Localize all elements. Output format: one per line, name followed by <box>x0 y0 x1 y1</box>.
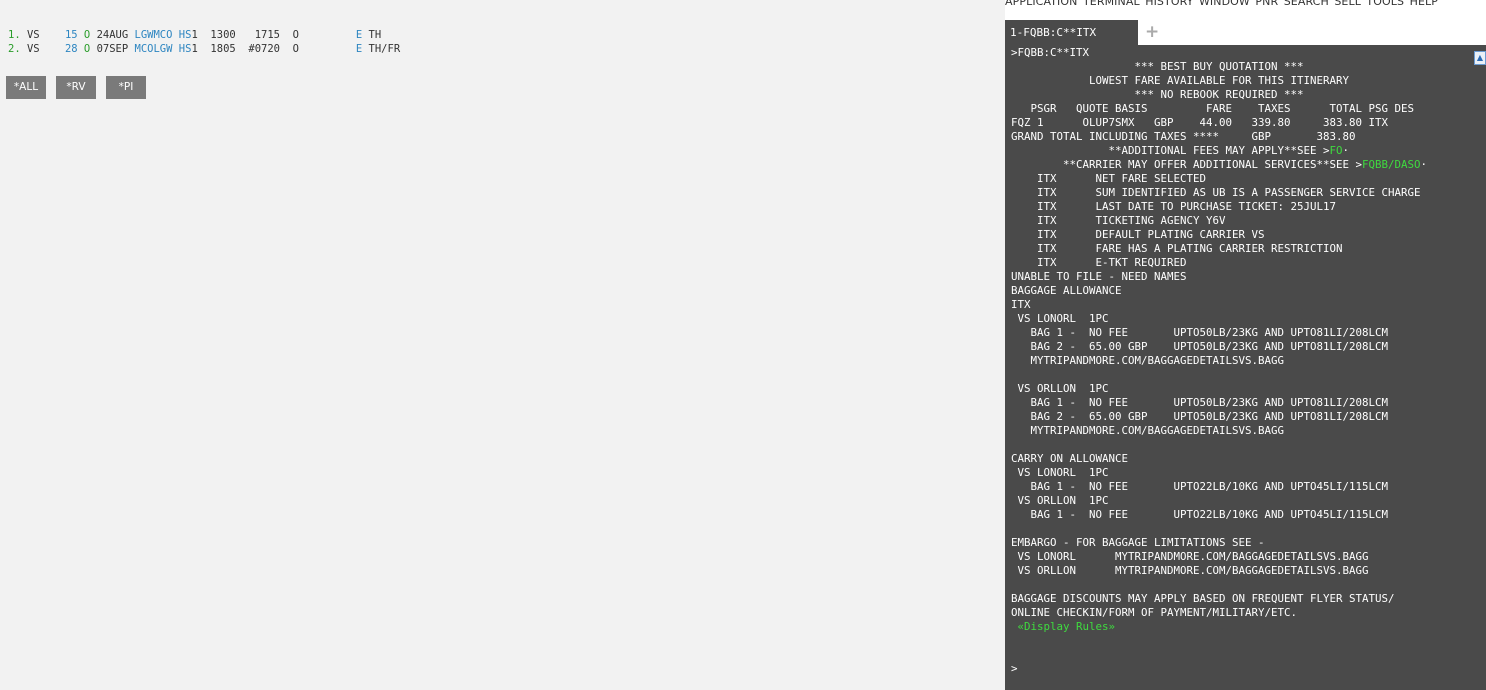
terminal-line: *** NO REBOOK REQUIRED *** <box>1011 88 1304 101</box>
menu-help[interactable]: HELP <box>1410 0 1438 8</box>
terminal-line: BAGGAGE ALLOWANCE <box>1011 284 1122 297</box>
terminal-pane: APPLICATION TERMINAL HISTORY WINDOW PNR SEARC… <box>1005 0 1486 690</box>
seg-num: 1. <box>8 29 21 41</box>
menu-bar: APPLICATION TERMINAL HISTORY WINDOW PNR SEARC… <box>1005 0 1486 11</box>
terminal-line: BAG 1 - NO FEE UPTO50LB/23KG AND UPTO81L… <box>1011 326 1389 339</box>
terminal-line: BAG 1 - NO FEE UPTO22LB/10KG AND UPTO45L… <box>1011 480 1389 493</box>
terminal-line: BAG 1 - NO FEE UPTO50LB/23KG AND UPTO81L… <box>1011 396 1389 409</box>
terminal-line: EMBARGO - FOR BAGGAGE LIMITATIONS SEE - <box>1011 536 1265 549</box>
terminal-line: > <box>1011 662 1018 675</box>
seg-class: O <box>83 43 91 55</box>
seg-flight[interactable]: 15 <box>65 29 78 41</box>
menu-history[interactable]: HISTORY <box>1145 0 1193 8</box>
seg-route[interactable]: LGWMCO <box>135 29 173 41</box>
terminal-line: CARRY ON ALLOWANCE <box>1011 452 1129 465</box>
rv-button[interactable]: *RV <box>56 76 96 99</box>
terminal-line: UNABLE TO FILE - NEED NAMES <box>1011 270 1187 283</box>
terminal-line: **CARRIER MAY OFFER ADDITIONAL SERVICES*… <box>1011 158 1363 171</box>
seg-num: 2. <box>8 43 21 55</box>
display-rules-link[interactable]: «Display Rules» <box>1011 620 1116 633</box>
terminal-line: ITX LAST DATE TO PURCHASE TICKET: 25JUL1… <box>1011 200 1337 213</box>
terminal-line: ITX SUM IDENTIFIED AS UB IS A PASSENGER … <box>1011 186 1421 199</box>
terminal-line: VS ORLLON MYTRIPANDMORE.COM/BAGGAGEDETAI… <box>1011 564 1369 577</box>
seg-eticket: E <box>355 29 363 41</box>
pnr-pane: 1. VS 15 O 24AUG LGWMCO HS1 1300 1715 O … <box>0 0 998 690</box>
seg-date: 07SEP <box>96 43 129 55</box>
seg-arr-day: #0720 <box>248 43 280 55</box>
terminal-line: VS ORLLON 1PC <box>1011 494 1109 507</box>
terminal-line: VS LONORL 1PC <box>1011 466 1109 479</box>
terminal-line: VS LONORL 1PC <box>1011 312 1109 325</box>
scroll-up-icon[interactable]: ▲ <box>1474 51 1486 65</box>
seg-carrier: VS <box>26 43 40 55</box>
terminal-line: VS ORLLON 1PC <box>1011 382 1109 395</box>
seg-status: HS <box>178 43 192 55</box>
terminal-line: BAG 2 - 65.00 GBP UPTO50LB/23KG AND UPTO… <box>1011 340 1389 353</box>
menu-sell[interactable]: SELL <box>1334 0 1361 8</box>
seg-cabin: O <box>292 29 299 41</box>
tab-bar: 1-FQBB:C**ITX + <box>1005 20 1486 45</box>
seg-flight[interactable]: 28 <box>65 43 78 55</box>
seg-arr: 1715 <box>254 29 280 41</box>
terminal-line: ONLINE CHECKIN/FORM OF PAYMENT/MILITARY/… <box>1011 606 1298 619</box>
terminal-line: **ADDITIONAL FEES MAY APPLY**SEE > <box>1011 144 1330 157</box>
segment-row-2[interactable]: 2. VS 28 O 07SEP MCOLGW HS1 1805 #0720 O… <box>8 42 400 56</box>
menu-application[interactable]: APPLICATION <box>1005 0 1077 8</box>
terminal-line: GRAND TOTAL INCLUDING TAXES **** GBP 383… <box>1011 130 1356 143</box>
terminal-line: BAGGAGE DISCOUNTS MAY APPLY BASED ON FRE… <box>1011 592 1395 605</box>
terminal-line: MYTRIPANDMORE.COM/BAGGAGEDETAILSVS.BAGG <box>1011 354 1285 367</box>
terminal-line: BAG 2 - 65.00 GBP UPTO50LB/23KG AND UPTO… <box>1011 410 1389 423</box>
seg-cabin: O <box>292 43 299 55</box>
terminal-screen[interactable]: >FQBB:C**ITX *** BEST BUY QUOTATION *** … <box>1005 45 1486 690</box>
seg-eticket: E <box>355 43 363 55</box>
link-dot: · <box>1420 158 1428 171</box>
tab-terminal-1[interactable]: 1-FQBB:C**ITX <box>1005 20 1138 45</box>
menu-tools[interactable]: TOOLS <box>1366 0 1404 8</box>
add-tab-icon[interactable]: + <box>1145 20 1159 45</box>
seg-dep: 1805 <box>210 43 236 55</box>
terminal-line: VS LONORL MYTRIPANDMORE.COM/BAGGAGEDETAI… <box>1011 550 1369 563</box>
fo-link[interactable]: FO <box>1330 144 1343 157</box>
seg-qty: 1 <box>191 29 198 41</box>
seg-dep: 1300 <box>210 29 236 41</box>
terminal-line: ITX E-TKT REQUIRED <box>1011 256 1187 269</box>
menu-terminal[interactable]: TERMINAL <box>1083 0 1140 8</box>
terminal-line: >FQBB:C**ITX <box>1011 46 1090 59</box>
terminal-line: BAG 1 - NO FEE UPTO22LB/10KG AND UPTO45L… <box>1011 508 1389 521</box>
terminal-line: PSGR QUOTE BASIS FARE TAXES TOTAL PSG DE… <box>1011 102 1415 115</box>
seg-date: 24AUG <box>96 29 129 41</box>
terminal-line: *** BEST BUY QUOTATION *** <box>1011 60 1304 73</box>
menu-pnr[interactable]: PNR <box>1255 0 1278 8</box>
link-dot: · <box>1342 144 1350 157</box>
seg-days: TH <box>368 29 382 41</box>
terminal-line: ITX DEFAULT PLATING CARRIER VS <box>1011 228 1265 241</box>
terminal-line: ITX FARE HAS A PLATING CARRIER RESTRICTI… <box>1011 242 1343 255</box>
seg-route[interactable]: MCOLGW <box>135 43 173 55</box>
terminal-line: ITX TICKETING AGENCY Y6V <box>1011 214 1226 227</box>
terminal-line: FQZ 1 OLUP7SMX GBP 44.00 339.80 383.80 I… <box>1011 116 1389 129</box>
daso-link[interactable]: FQBB/DASO <box>1362 158 1421 171</box>
terminal-line: LOWEST FARE AVAILABLE FOR THIS ITINERARY <box>1011 74 1350 87</box>
menu-search[interactable]: SEARCH <box>1284 0 1329 8</box>
terminal-line: MYTRIPANDMORE.COM/BAGGAGEDETAILSVS.BAGG <box>1011 424 1285 437</box>
terminal-line: ITX NET FARE SELECTED <box>1011 172 1207 185</box>
segment-row-1[interactable]: 1. VS 15 O 24AUG LGWMCO HS1 1300 1715 O … <box>8 28 381 42</box>
pi-button[interactable]: *PI <box>106 76 146 99</box>
terminal-line: ITX <box>1011 298 1031 311</box>
seg-qty: 1 <box>191 43 198 55</box>
seg-class: O <box>83 29 91 41</box>
seg-status: HS <box>178 29 192 41</box>
menu-window[interactable]: WINDOW <box>1199 0 1250 8</box>
seg-days: TH/FR <box>368 43 401 55</box>
all-button[interactable]: *ALL <box>6 76 46 99</box>
seg-carrier: VS <box>26 29 40 41</box>
terminal-output: >FQBB:C**ITX *** BEST BUY QUOTATION *** … <box>1011 46 1427 676</box>
